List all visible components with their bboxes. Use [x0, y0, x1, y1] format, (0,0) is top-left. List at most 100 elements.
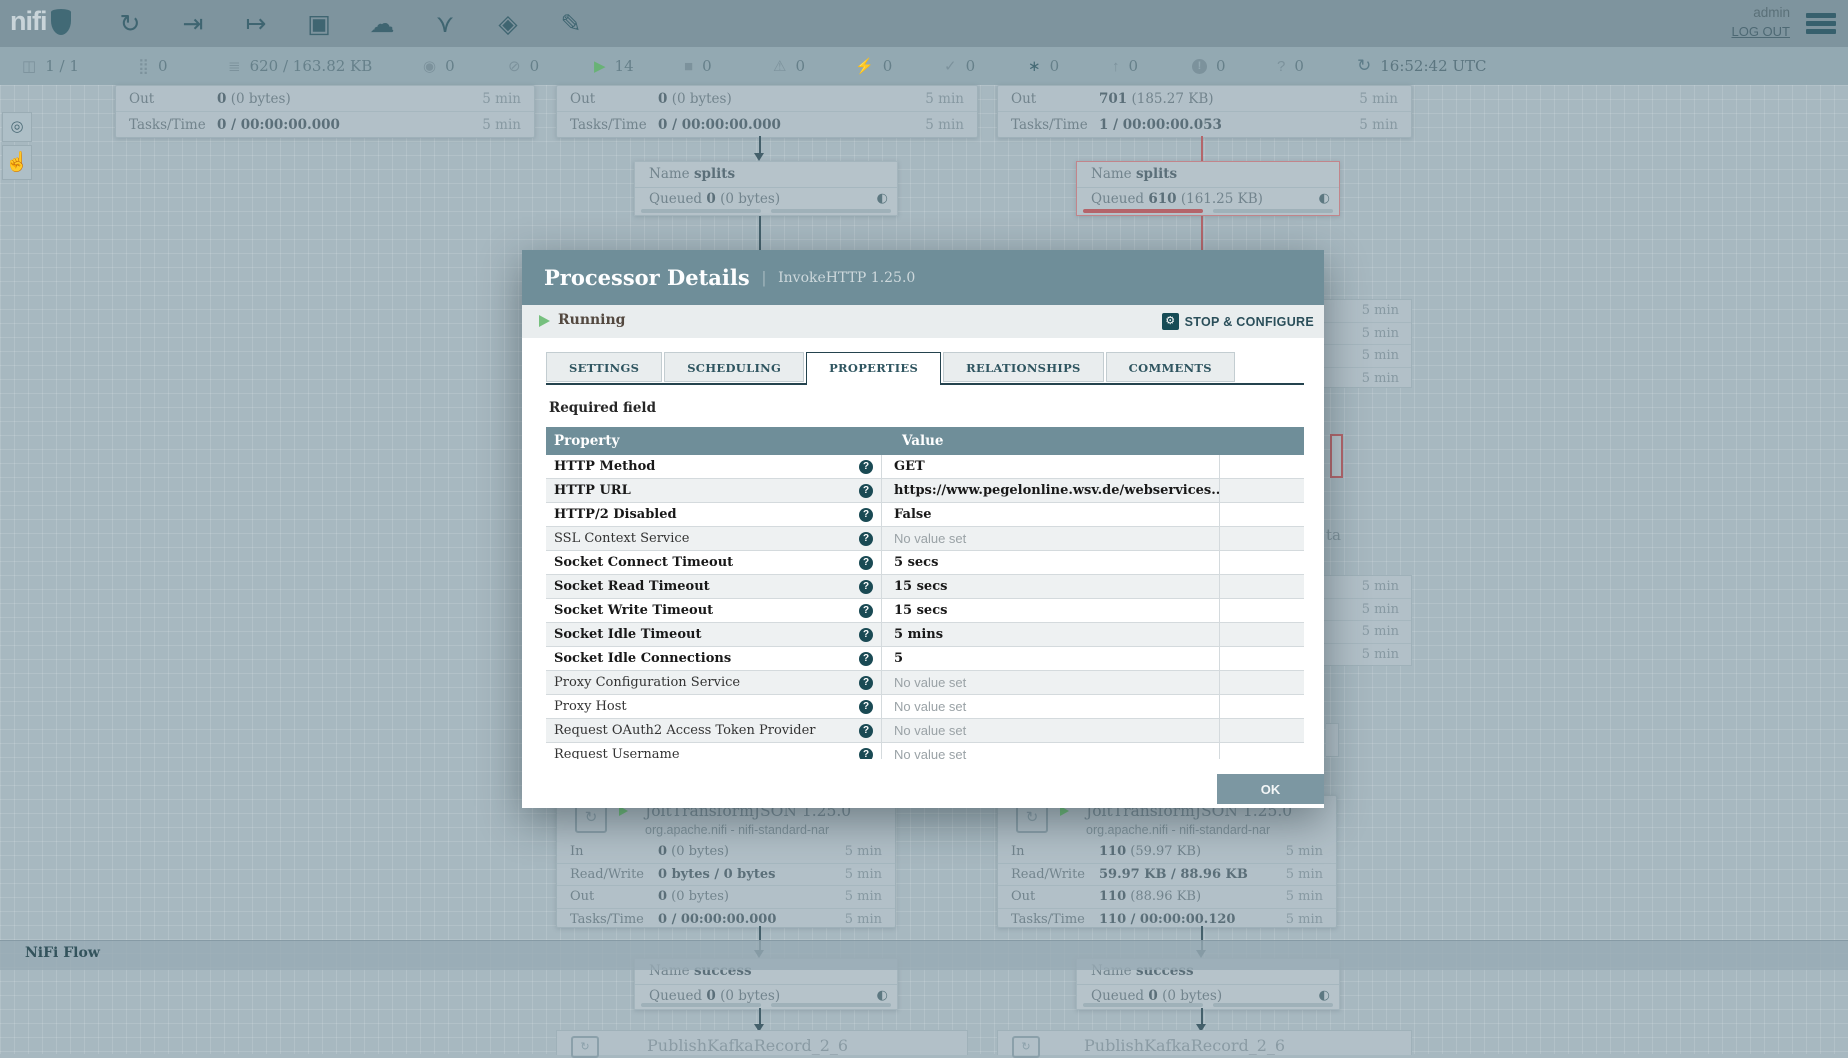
stat-period: 5 min [845, 844, 882, 859]
dialog-tabs: SETTINGSSCHEDULINGPROPERTIESRELATIONSHIP… [546, 352, 1304, 385]
output-port-toolbar-icon[interactable]: ↦ [239, 9, 273, 39]
flow-status-bar: ↻ 16:52:42 UTC ▢ ◫1 / 1⣿0≣620 / 163.82 K… [0, 47, 1848, 85]
run-status-text: Running [558, 312, 625, 328]
help-icon[interactable]: ? [859, 724, 873, 738]
dialog-subtitle: InvokeHTTP 1.25.0 [778, 270, 915, 286]
stat-label: In [1011, 844, 1099, 859]
processor-fragment-right-1[interactable]: 5 min5 min5 min5 min [1324, 299, 1412, 388]
gear-icon: ⚙ [1162, 313, 1179, 330]
status-grid-count: 0 [158, 57, 168, 75]
help-icon[interactable]: ? [859, 652, 873, 666]
help-icon[interactable]: ? [859, 532, 873, 546]
backpressure-bars [641, 209, 891, 213]
processor-jolttransformjson-right[interactable]: ↻JoltTransformJSON 1.25.0org.apache.nifi… [997, 795, 1337, 928]
last-refreshed-time: 16:52:42 UTC [1380, 57, 1486, 75]
help-icon[interactable]: ? [859, 604, 873, 618]
connection-queued-row: Queued 0 (0 bytes)◐ [635, 188, 897, 210]
help-icon[interactable]: ? [859, 508, 873, 522]
status-not-transmitting: ⊘0 [508, 47, 539, 85]
connection-fragment-alert[interactable] [1330, 434, 1343, 478]
status-queue: ≣620 / 163.82 KB [228, 47, 372, 85]
property-name: Proxy Host [554, 699, 627, 714]
stat-period: 5 min [1286, 912, 1323, 927]
processor-fragment-top-left[interactable]: Out0 (0 bytes)5 minTasks/Time0 / 00:00:0… [115, 85, 535, 138]
status-cluster-count: 1 / 1 [45, 57, 79, 75]
birdseye-button[interactable]: ◎ [2, 112, 32, 142]
ok-button[interactable]: OK [1217, 774, 1324, 804]
status-grid: ⣿0 [138, 47, 168, 85]
refresh-icon[interactable]: ↻ [1357, 56, 1371, 76]
connection-line [1201, 215, 1203, 250]
property-name-cell: HTTP URL? [546, 479, 882, 502]
required-field-note: Required field [549, 400, 656, 416]
funnel-toolbar-icon[interactable]: ⋎ [428, 9, 462, 39]
breadcrumb-bar [0, 940, 1848, 970]
help-icon[interactable]: ? [859, 748, 873, 760]
stat-period: 5 min [845, 867, 882, 882]
processor-fragment-top-middle[interactable]: Out0 (0 bytes)5 minTasks/Time0 / 00:00:0… [556, 85, 978, 138]
backpressure-object-bar [1083, 209, 1203, 213]
remote-process-group-toolbar-icon[interactable]: ☁ [365, 9, 399, 39]
help-icon[interactable]: ? [859, 628, 873, 642]
transmitting-icon: ◉ [423, 57, 436, 75]
input-port-toolbar-icon[interactable]: ⇥ [176, 9, 210, 39]
label-toolbar-icon[interactable]: ✎ [554, 9, 588, 39]
logout-link[interactable]: LOG OUT [1731, 24, 1790, 39]
stat-period: 5 min [1359, 91, 1398, 107]
processor-publishkafka-right[interactable]: ↻ PublishKafkaRecord_2_6 [997, 1030, 1412, 1055]
breadcrumb[interactable]: NiFi Flow [25, 945, 100, 961]
processor-jolttransformjson-left[interactable]: ↻JoltTransformJSON 1.25.0org.apache.nifi… [556, 795, 896, 928]
processor-stats: In110 (59.97 KB)5 minRead/Write59.97 KB … [998, 841, 1336, 930]
tab-properties[interactable]: PROPERTIES [806, 352, 941, 385]
connection-label-splits[interactable]: Name splitsQueued 0 (0 bytes)◐ [634, 161, 898, 216]
help-icon[interactable]: ? [859, 556, 873, 570]
stat-period: 5 min [845, 912, 882, 927]
stat-row-fragment: 5 min [1324, 367, 1411, 390]
status-transmitting-count: 0 [445, 57, 455, 75]
status-locally-modified-stale: !0 [1192, 47, 1226, 85]
property-name-cell: Socket Idle Timeout? [546, 623, 882, 646]
help-icon[interactable]: ? [859, 460, 873, 474]
processor-bundle: org.apache.nifi - nifi-standard-nar [645, 823, 829, 837]
queue-icon: ≣ [228, 57, 241, 75]
help-icon[interactable]: ? [859, 484, 873, 498]
process-group-toolbar-icon[interactable]: ▣ [302, 9, 336, 39]
stat-label: Out [129, 91, 217, 107]
help-icon[interactable]: ? [859, 700, 873, 714]
processor-publishkafka-left[interactable]: ↻ PublishKafkaRecord_2_6 [556, 1030, 968, 1055]
stat-label: In [570, 844, 658, 859]
property-name: Proxy Configuration Service [554, 675, 740, 690]
template-toolbar-icon[interactable]: ◈ [491, 9, 525, 39]
help-icon[interactable]: ? [859, 676, 873, 690]
connection-label-splits-queued[interactable]: Name splitsQueued 610 (161.25 KB)◐ [1076, 161, 1340, 216]
stat-row: Out701 (185.27 KB)5 min [998, 86, 1411, 111]
connection-fragment[interactable] [1326, 723, 1339, 757]
property-name: Request OAuth2 Access Token Provider [554, 723, 816, 738]
tab-settings[interactable]: SETTINGS [546, 352, 662, 382]
property-value: No value set [882, 695, 1220, 718]
property-value: No value set [882, 719, 1220, 742]
stat-value: 110 (88.96 KB) [1099, 889, 1286, 904]
stat-value: 0 (0 bytes) [658, 844, 845, 859]
help-icon[interactable]: ? [859, 580, 873, 594]
property-name-cell: HTTP Method? [546, 455, 882, 478]
backpressure-object-bar [641, 209, 761, 213]
backpressure-object-bar [1083, 1003, 1203, 1007]
stop-and-configure-button[interactable]: ⚙ STOP & CONFIGURE [1162, 305, 1314, 338]
status-invalid-count: 0 [795, 57, 805, 75]
property-name-cell: Proxy Host? [546, 695, 882, 718]
tab-relationships[interactable]: RELATIONSHIPS [943, 352, 1104, 382]
connection-line [759, 136, 761, 153]
stat-period: 5 min [845, 889, 882, 904]
property-extra-cell [1220, 623, 1304, 646]
status-stopped-count: 0 [702, 57, 712, 75]
tab-comments[interactable]: COMMENTS [1106, 352, 1235, 382]
processor-toolbar-icon[interactable]: ↻ [113, 9, 147, 39]
pan-button[interactable]: ☝ [2, 145, 32, 180]
property-name: Socket Idle Timeout [554, 627, 701, 642]
processor-fragment-right-2[interactable]: 5 min5 min5 min5 min [1324, 575, 1412, 666]
processor-fragment-top-right[interactable]: Out701 (185.27 KB)5 minTasks/Time1 / 00:… [997, 85, 1412, 138]
property-extra-cell [1220, 719, 1304, 742]
tab-scheduling[interactable]: SCHEDULING [664, 352, 804, 382]
global-menu-icon[interactable] [1806, 13, 1836, 37]
